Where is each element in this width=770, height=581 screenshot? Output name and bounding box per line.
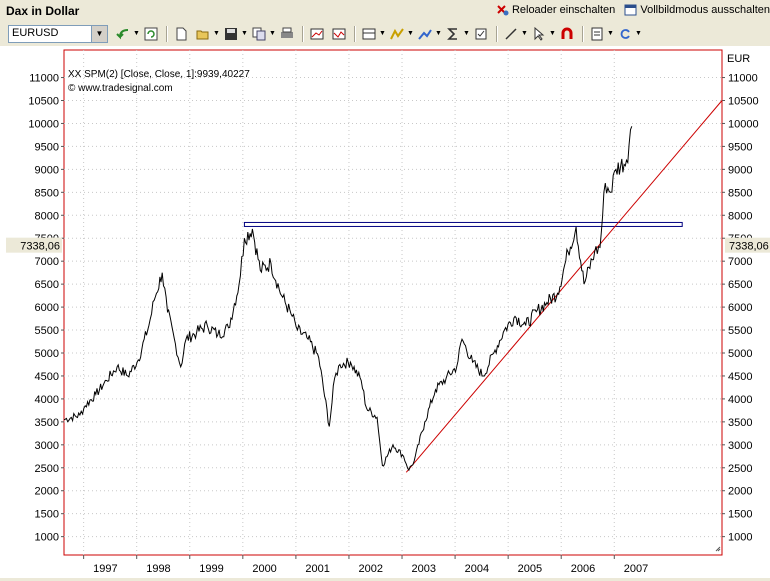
x-tick-label: 2003 (412, 563, 436, 575)
refresh-icon[interactable] (142, 25, 160, 42)
current-value-left: 7338,06 (20, 241, 60, 253)
y-tick-label: 10000 (728, 118, 759, 130)
y-tick-label: 5500 (728, 325, 752, 337)
y-tick-label: 3000 (728, 440, 752, 452)
x-tick-label: 2005 (518, 563, 542, 575)
chart-window-icon[interactable] (308, 25, 326, 42)
y-tick-label: 6500 (35, 279, 59, 291)
reloader-icon (497, 5, 509, 16)
y-tick-label: 11000 (728, 73, 758, 85)
y-tick-label: 2000 (35, 486, 59, 498)
x-tick-label: 2006 (571, 563, 595, 575)
y-tick-label: 1000 (35, 532, 59, 544)
legend-line: XX SPM(2) [Close, Close, 1]:9939,40227 (68, 69, 250, 80)
copyright-text: © www.tradesignal.com (68, 83, 173, 94)
y-tick-label: 1500 (35, 509, 59, 521)
drawing-icon[interactable] (416, 25, 434, 42)
chevron-down-icon[interactable]: ▼ (91, 26, 107, 42)
print-icon[interactable] (278, 25, 296, 42)
y-tick-label: 10000 (28, 118, 59, 130)
y-tick-label: 4500 (35, 371, 59, 383)
fullscreen-link[interactable]: Vollbildmodus ausschalten (624, 4, 770, 16)
current-value-right: 7338,06 (729, 241, 769, 253)
y-tick-label: 7000 (35, 256, 59, 268)
y-tick-label: 8500 (35, 187, 59, 199)
y-tick-label: 4500 (728, 371, 752, 383)
y-tick-label: 8000 (728, 210, 752, 222)
sigma-icon[interactable] (444, 25, 462, 42)
y-tick-label: 7000 (728, 256, 752, 268)
y-tick-label: 2500 (728, 463, 752, 475)
y-tick-label: 8500 (728, 187, 752, 199)
x-tick-label: 2001 (305, 563, 329, 575)
properties-icon[interactable] (472, 25, 490, 42)
y-tick-label: 5500 (35, 325, 59, 337)
save-disk-icon[interactable] (222, 25, 240, 42)
y-tick-label: 9500 (35, 141, 59, 153)
fullscreen-label: Vollbildmodus ausschalten (640, 4, 770, 16)
price-chart[interactable]: 1000 1500 2000 2500 3000 3500 4000 4500 5000 5500… (0, 46, 770, 578)
y-tick-label: 11000 (29, 73, 59, 85)
reloader-label: Reloader einschalten (511, 4, 616, 16)
y-tick-label: 10500 (728, 96, 759, 108)
y-tick-label: 9000 (35, 164, 59, 176)
y-tick-label: 5000 (728, 348, 752, 360)
y-tick-label: 3000 (35, 440, 59, 452)
redo-icon[interactable] (616, 25, 634, 42)
y-axis-right: 1000 1500 2000 2500 3000 3500 4000 4500 5000 5500… (722, 73, 759, 544)
line-tool-icon[interactable] (502, 25, 520, 42)
y-tick-label: 1000 (728, 532, 752, 544)
fullscreen-icon (624, 4, 637, 16)
toolbar: EURUSD ▼ ▼ ▼ ▼ ▼ ▼ ▼ ▼ ▼ ▼ ▼ ▼ ▼ (0, 22, 770, 47)
y-tick-label: 3500 (35, 417, 59, 429)
y-tick-label: 6000 (728, 302, 752, 314)
y-tick-label: 2000 (728, 486, 752, 498)
title-links: Reloader einschalten Vollbildmodus aussc… (490, 4, 770, 19)
indicator-icon[interactable] (388, 25, 406, 42)
y-axis-left: 1000 1500 2000 2500 3000 3500 4000 4500 5000 5500… (28, 73, 64, 544)
x-axis: 1997 1998 1999 2000 2001 2002 2003 2004 2005 2006… (83, 555, 648, 575)
y-tick-label: 9000 (728, 164, 752, 176)
x-tick-label: 2000 (252, 563, 276, 575)
currency-label: EUR (727, 53, 750, 65)
title-bar: Dax in Dollar Reloader einschalten Vollb… (0, 0, 770, 22)
chart-export-icon[interactable] (330, 25, 348, 42)
x-tick-label: 2007 (624, 563, 648, 575)
plot-frame (63, 49, 723, 556)
copy-icon[interactable] (250, 25, 268, 42)
y-tick-label: 10500 (28, 96, 59, 108)
chart-area[interactable]: 1000 1500 2000 2500 3000 3500 4000 4500 5000 5500… (0, 46, 770, 578)
window-title: Dax in Dollar (6, 4, 80, 18)
x-tick-label: 1998 (146, 563, 170, 575)
cursor-icon[interactable] (530, 25, 548, 42)
symbol-select[interactable]: EURUSD ▼ (8, 25, 108, 43)
y-tick-label: 2500 (35, 463, 59, 475)
reloader-link[interactable]: Reloader einschalten (496, 4, 615, 16)
x-tick-label: 2004 (465, 563, 489, 575)
symbol-value: EURUSD (12, 27, 59, 39)
y-tick-label: 6500 (728, 279, 752, 291)
y-tick-label: 9500 (728, 141, 752, 153)
magnet-icon[interactable] (558, 25, 576, 42)
y-tick-label: 3500 (728, 417, 752, 429)
y-tick-label: 6000 (35, 302, 59, 314)
undo-arrow-icon[interactable] (114, 25, 132, 42)
y-tick-label: 1500 (728, 509, 752, 521)
layout-icon[interactable] (360, 25, 378, 42)
y-tick-label: 5000 (35, 348, 59, 360)
y-tick-label: 4000 (728, 394, 752, 406)
x-tick-label: 1999 (199, 563, 223, 575)
new-doc-icon[interactable] (172, 25, 190, 42)
report-icon[interactable] (588, 25, 606, 42)
x-tick-label: 2002 (358, 563, 382, 575)
y-tick-label: 4000 (35, 394, 59, 406)
x-tick-label: 1997 (93, 563, 117, 575)
open-folder-icon[interactable] (194, 25, 212, 42)
y-tick-label: 8000 (35, 210, 59, 222)
